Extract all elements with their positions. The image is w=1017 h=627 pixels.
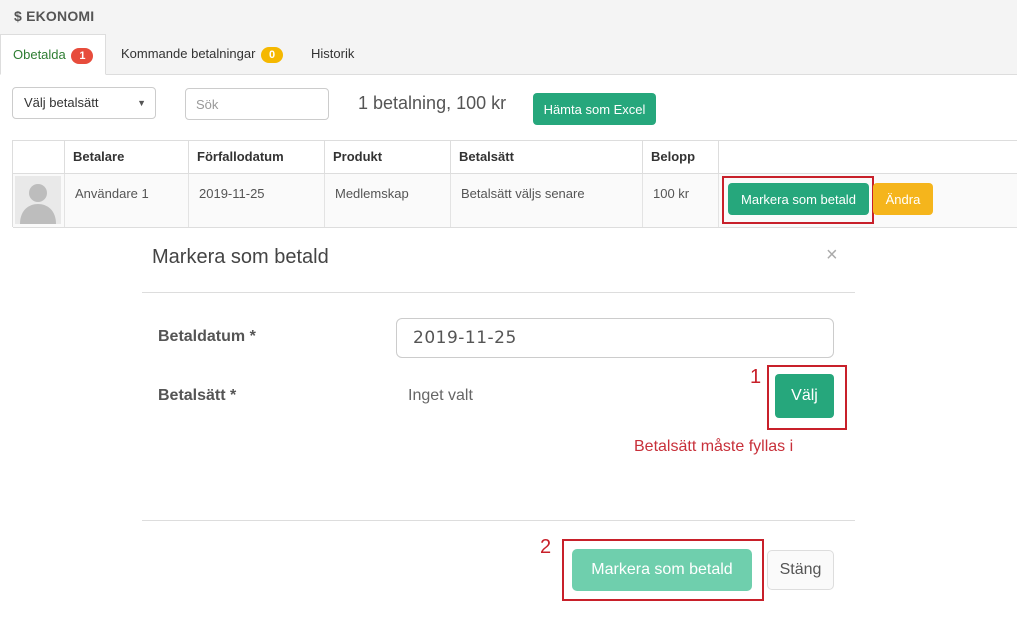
tab-upcoming[interactable]: Kommande betalningar 0 [121,34,284,74]
method-cell: Betalsätt väljs senare [451,174,643,227]
avatar [15,176,61,224]
payment-method-label: Betalsätt * [158,387,237,404]
due-date-cell: 2019-11-25 [189,174,325,227]
mark-as-paid-row-button[interactable]: Markera som betald [728,183,869,215]
page-title: $ EKONOMI [14,8,95,24]
column-header: Produkt [325,141,451,173]
paid-date-label: Betaldatum * [158,328,256,345]
export-excel-button[interactable]: Hämta som Excel [533,93,656,125]
tab-history[interactable]: Historik [311,34,354,74]
tab-bar: Obetalda 1 Kommande betalningar 0 Histor… [0,34,1017,75]
payment-method-select[interactable]: Välj betalsätt ▼ [12,87,156,119]
select-value: Välj betalsätt [24,95,99,110]
avatar-cell [13,174,65,227]
tab-label: Obetalda [13,47,66,62]
amount-cell: 100 kr [643,174,719,227]
column-header: Förfallodatum [189,141,325,173]
tab-label: Historik [311,46,355,61]
step-number: 1 [750,366,762,388]
search-input[interactable] [185,88,329,120]
payment-summary: 1 betalning, 100 kr [358,93,507,113]
mark-as-paid-submit-button[interactable]: Markera som betald [572,549,752,591]
user-silhouette-icon [20,184,56,224]
actions-column-header [719,141,1017,173]
close-icon[interactable]: × [826,244,838,267]
column-header: Betalare [65,141,189,173]
close-modal-button[interactable]: Stäng [767,550,834,590]
product-cell: Medlemskap [325,174,451,227]
paid-date-input[interactable] [396,318,834,358]
upcoming-count-badge: 0 [261,46,284,63]
modal-title: Markera som betald [152,246,329,268]
payment-method-value: Inget valt [408,387,473,404]
step-number: 2 [540,536,552,558]
tab-label: Kommande betalningar [121,46,256,61]
choose-method-button[interactable]: Välj [775,374,834,418]
column-header: Betalsätt [451,141,643,173]
unpaid-count-badge: 1 [71,47,94,64]
payer-cell: Användare 1 [65,174,189,227]
validation-error: Betalsätt måste fyllas i [634,438,794,455]
avatar-column-header [13,141,65,173]
caret-down-icon: ▼ [137,98,146,108]
edit-button[interactable]: Ändra [873,183,933,215]
modal-footer-divider [142,520,855,521]
modal-divider [142,292,855,293]
column-header: Belopp [643,141,719,173]
tab-unpaid[interactable]: Obetalda 1 [0,34,107,75]
app-header: $ EKONOMI [0,0,1017,35]
